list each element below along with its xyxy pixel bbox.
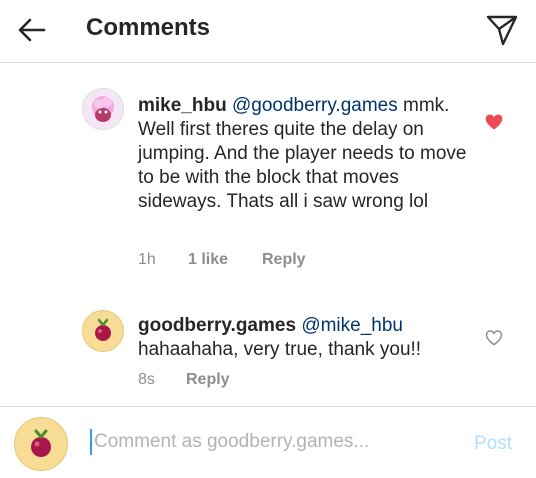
avatar[interactable] — [82, 88, 124, 130]
arrow-left-icon — [18, 18, 46, 42]
comment-time: 1h — [138, 251, 156, 268]
comment-username[interactable]: goodberry.games — [138, 315, 296, 336]
comment-item: goodberry.games @mike_hbu hahaahaha, ver… — [0, 292, 536, 406]
comment-body: goodberry.games @mike_hbu hahaahaha, ver… — [138, 314, 478, 362]
comment-mention[interactable]: @goodberry.games — [232, 95, 398, 116]
comment-item: mike_hbu @goodberry.games mmk. Well firs… — [0, 62, 536, 292]
comment-meta: 1h 1 like Reply — [138, 251, 306, 269]
like-button[interactable] — [484, 328, 504, 348]
heart-outline-icon — [485, 330, 503, 346]
top-bar: Comments — [0, 0, 536, 63]
page-title: Comments — [86, 14, 211, 41]
back-button[interactable] — [14, 12, 50, 48]
comment-text: hahaahaha, very true, thank you!! — [138, 339, 422, 360]
like-button[interactable] — [484, 112, 504, 132]
paper-plane-icon — [486, 15, 518, 46]
comment-username[interactable]: mike_hbu — [138, 95, 227, 116]
likes-count[interactable]: 1 like — [188, 251, 262, 269]
post-button[interactable]: Post — [474, 433, 512, 455]
reply-button[interactable]: Reply — [262, 251, 306, 269]
comment-time: 8s — [138, 371, 155, 388]
berry-logo-icon — [31, 429, 51, 457]
comment-meta: 8s Reply — [138, 371, 230, 389]
comment-body: mike_hbu @goodberry.games mmk. Well firs… — [138, 94, 478, 214]
avatar[interactable] — [82, 310, 124, 352]
heart-filled-icon — [485, 114, 503, 130]
berry-logo-icon — [95, 318, 111, 341]
comment-mention[interactable]: @mike_hbu — [301, 315, 403, 336]
comment-input[interactable] — [90, 429, 424, 455]
comment-composer: Post — [0, 406, 536, 478]
avatar-image — [83, 89, 123, 129]
share-button[interactable] — [482, 10, 522, 50]
composer-avatar — [14, 417, 68, 471]
reply-button[interactable]: Reply — [186, 371, 230, 389]
